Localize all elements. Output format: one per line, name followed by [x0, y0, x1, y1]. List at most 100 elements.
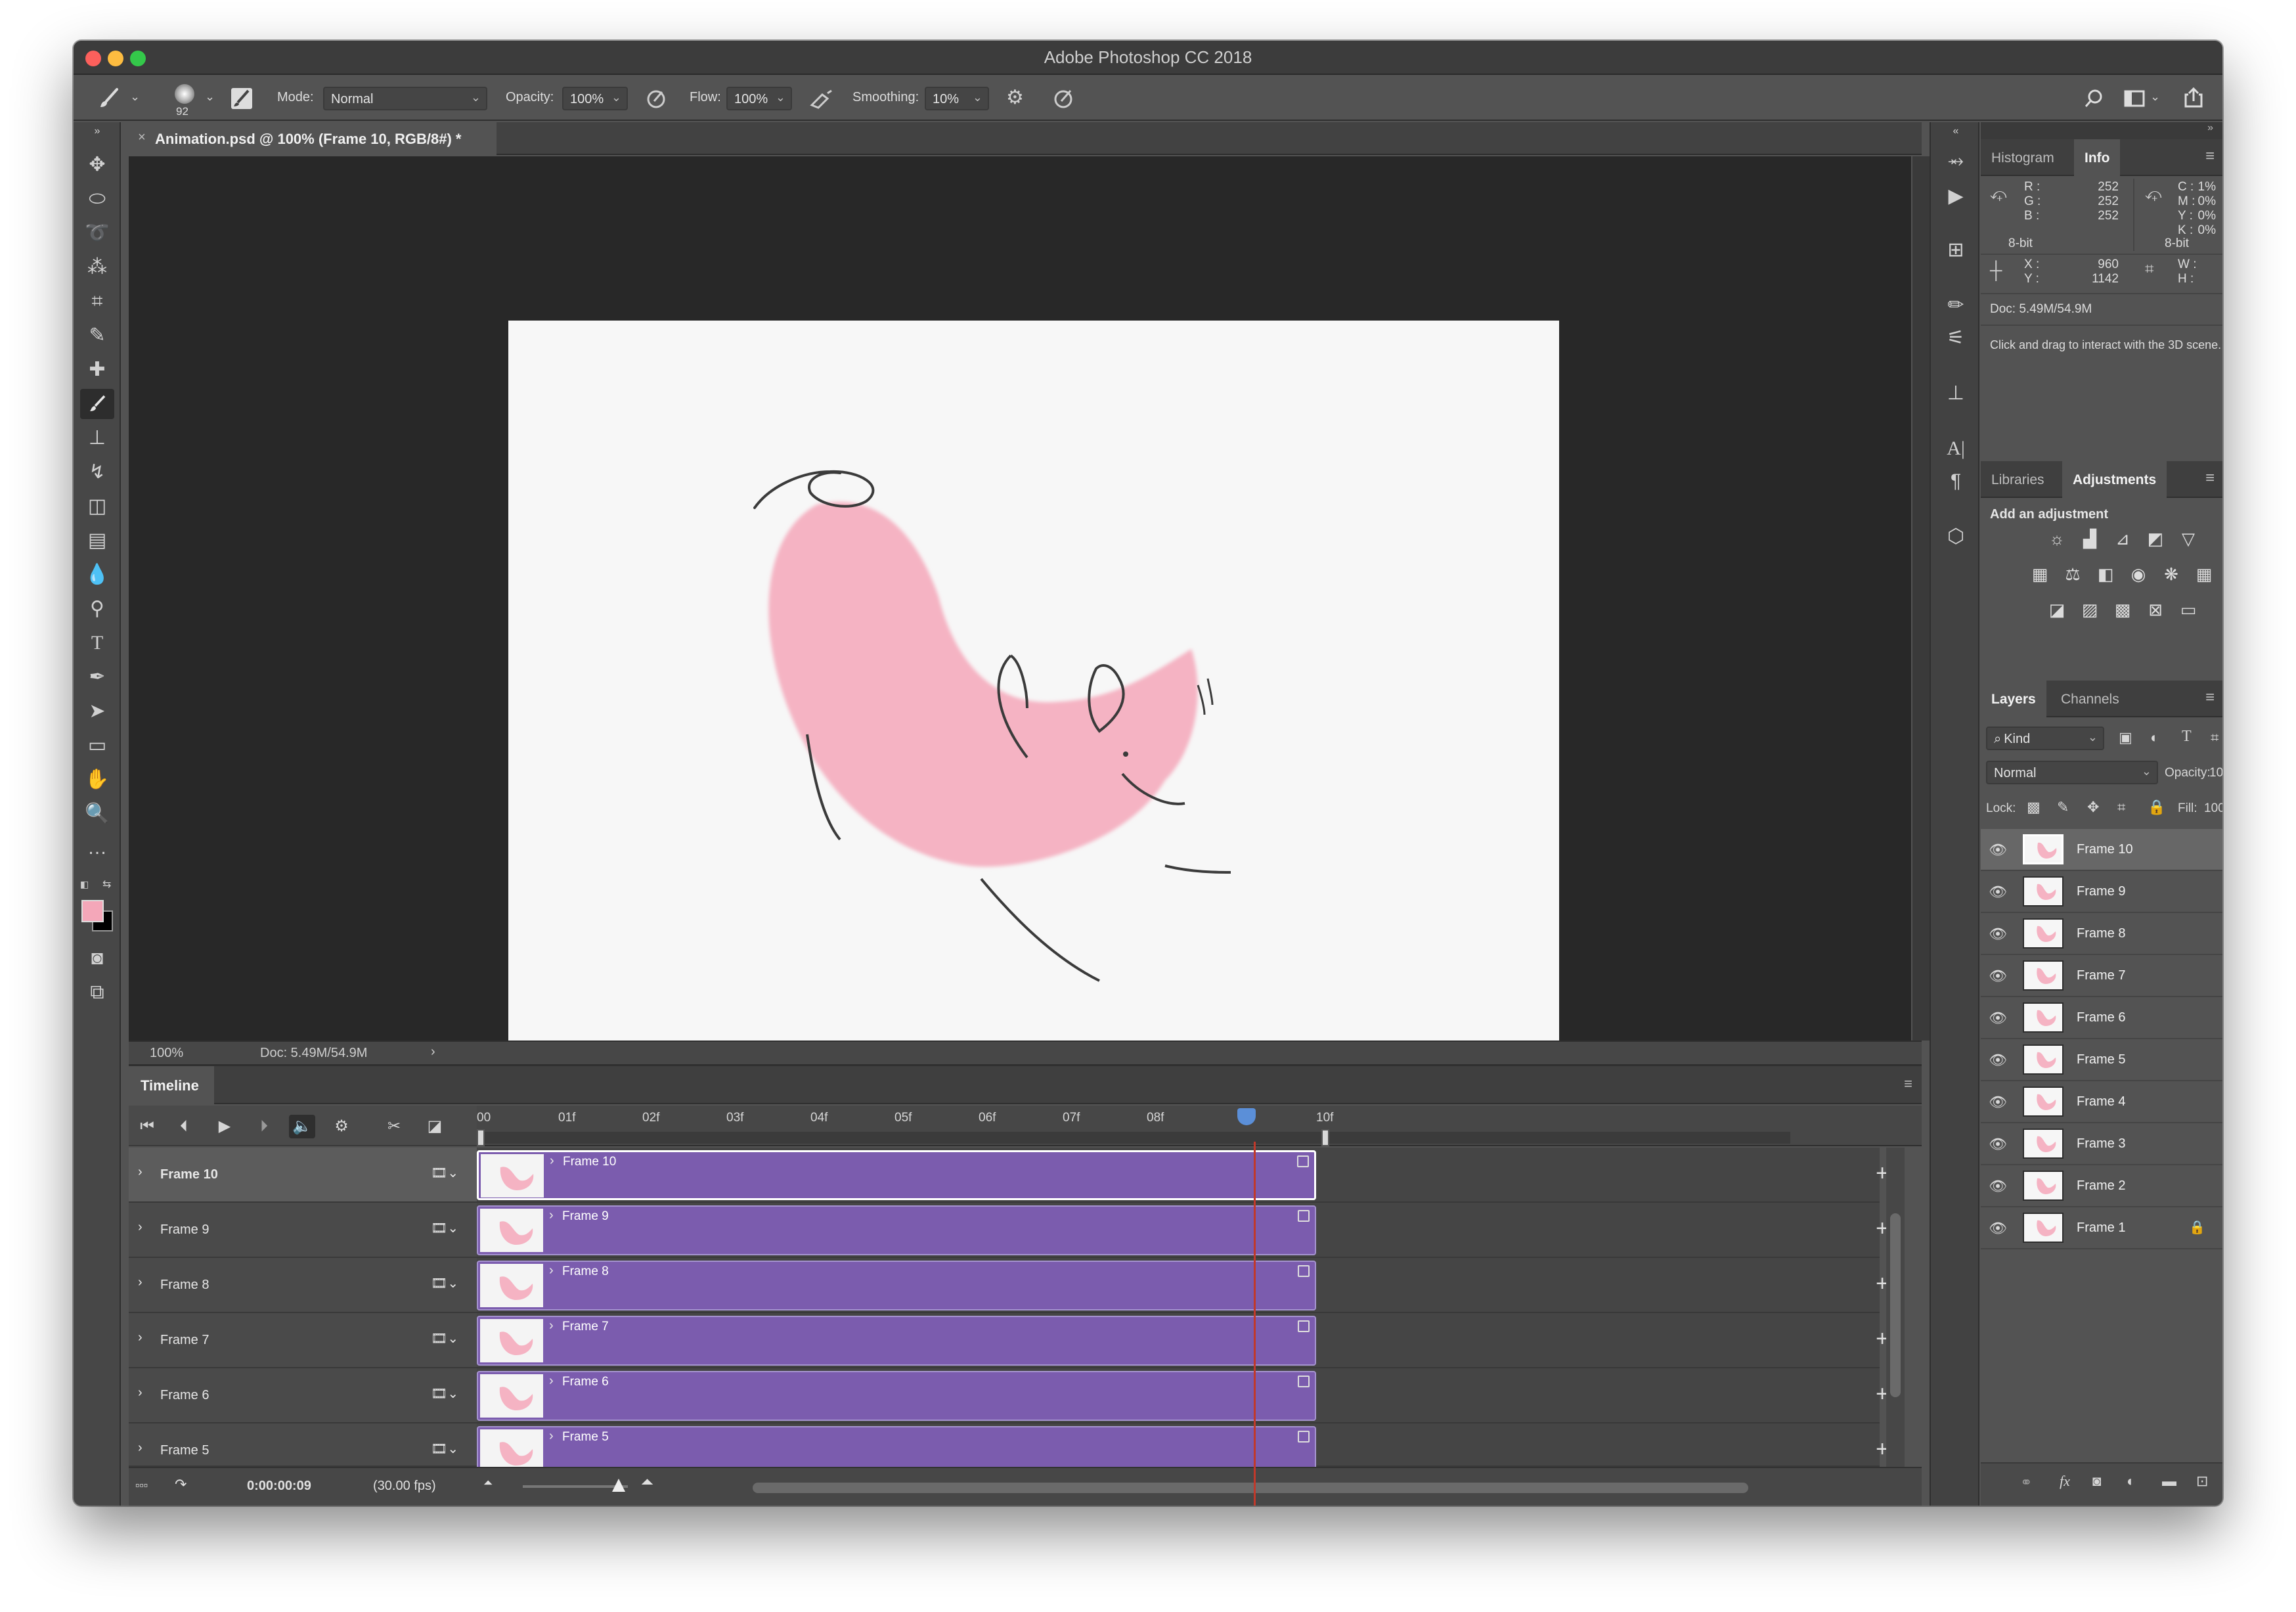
clip[interactable]: Frame 6 [477, 1371, 1316, 1421]
layer-filter-kind[interactable]: ⌕ Kind ⌄ [1986, 727, 2104, 750]
work-area-bar[interactable] [477, 1132, 1790, 1144]
lock-transparent-icon[interactable]: ▩ [2027, 799, 2041, 816]
gear-icon[interactable]: ⚙ [1006, 88, 1024, 108]
tab-libraries[interactable]: Libraries [1981, 461, 2055, 498]
mode-dropdown[interactable]: Normal ⌄ [323, 87, 487, 110]
clip-end-icon[interactable] [1298, 1210, 1310, 1222]
previous-frame-icon[interactable]: ⏴ [171, 1115, 197, 1138]
track-header[interactable]: › Frame 5 🎞⌄ [129, 1423, 477, 1467]
track-lane[interactable]: Frame 8 [477, 1258, 1880, 1313]
black-white-icon[interactable]: ◧ [2094, 562, 2117, 586]
brush-icon[interactable] [97, 87, 121, 114]
add-mask-icon[interactable]: ◙ [2092, 1473, 2101, 1490]
blur-icon[interactable]: 💧 [80, 560, 114, 590]
track-lane[interactable]: Frame 6 [477, 1368, 1880, 1423]
clip-end-icon[interactable] [1298, 1320, 1310, 1332]
paragraph-panel-icon[interactable]: ¶ [1940, 466, 1972, 497]
work-area-start-handle[interactable] [477, 1129, 485, 1146]
adjustment-filter-icon[interactable]: ◐ [2150, 729, 2159, 746]
new-adjustment-icon[interactable]: ◐ [2127, 1473, 2135, 1490]
type-filter-icon[interactable]: T [2182, 728, 2192, 746]
airbrush-icon[interactable] [808, 88, 834, 114]
clip-end-icon[interactable] [1298, 1376, 1310, 1387]
timeline-tab[interactable]: Timeline [129, 1066, 214, 1104]
lock-position-icon[interactable]: ✥ [2087, 799, 2099, 816]
document-canvas[interactable] [508, 321, 1559, 1109]
zoom-slider-handle[interactable] [612, 1479, 625, 1492]
vibrance-icon[interactable]: ▽ [2176, 527, 2200, 550]
collapse-icon[interactable]: » [1981, 122, 2222, 139]
eraser-icon[interactable]: ◫ [80, 491, 114, 522]
film-icon[interactable]: 🎞⌄ [431, 1330, 458, 1347]
invert-icon[interactable]: ◪ [2045, 598, 2069, 621]
3d-panel-icon[interactable]: ⬡ [1940, 522, 1972, 552]
chevron-down-icon[interactable]: ⌄ [205, 91, 215, 102]
rectangle-icon[interactable]: ▭ [80, 730, 114, 761]
eye-icon[interactable]: 👁 [1987, 1008, 2008, 1029]
panel-menu-icon[interactable]: ≡ [2205, 147, 2215, 166]
fx-icon[interactable]: fx [2060, 1473, 2070, 1490]
expand-chevron-icon[interactable]: › [138, 1275, 143, 1290]
shape-filter-icon[interactable]: ⌗ [2211, 729, 2219, 746]
clip-end-icon[interactable] [1298, 1265, 1310, 1277]
tab-layers[interactable]: Layers [1981, 681, 2046, 717]
document-tab[interactable]: × Animation.psd @ 100% (Frame 10, RGB/8#… [129, 122, 497, 155]
history-panel-icon[interactable]: ⥇ [1940, 146, 1972, 176]
clone-source-panel-icon[interactable]: ⊥ [1940, 378, 1972, 409]
scroll-thumb[interactable] [1890, 1213, 1901, 1397]
eyedropper-icon[interactable]: ✎ [80, 321, 114, 351]
first-frame-icon[interactable]: ⏮ [134, 1115, 160, 1138]
default-colors-icon[interactable]: ◧ [80, 879, 89, 890]
brush-preview-icon[interactable] [175, 84, 194, 104]
more-icon[interactable]: … [80, 833, 114, 863]
swap-colors-icon[interactable]: ⇆ [102, 878, 111, 891]
lasso-icon[interactable]: ➰ [80, 218, 114, 248]
status-menu-arrow[interactable]: › [431, 1044, 435, 1060]
track-header[interactable]: › Frame 7 🎞⌄ [129, 1313, 477, 1368]
history-brush-icon[interactable]: ↯ [80, 457, 114, 487]
path-select-icon[interactable]: ➤ [80, 696, 114, 727]
transition-icon[interactable]: ◪ [422, 1115, 448, 1138]
eye-icon[interactable]: 👁 [1987, 882, 2008, 903]
stamp-icon[interactable]: ⊥ [80, 423, 114, 453]
color-lookup-icon[interactable]: ▦ [2192, 562, 2216, 586]
brushes-panel-icon[interactable]: ✏ [1940, 290, 1972, 321]
layer-row[interactable]: 👁 Frame 4 [1981, 1081, 2222, 1123]
timeline-horizontal-scrollbar[interactable] [753, 1483, 1748, 1493]
track-header[interactable]: › Frame 10 🎞⌄ [129, 1148, 477, 1203]
new-group-icon[interactable]: ▬ [2162, 1473, 2176, 1490]
track-header[interactable]: › Frame 8 🎞⌄ [129, 1258, 477, 1313]
track-lane[interactable]: Frame 5 [477, 1423, 1880, 1473]
type-icon[interactable]: T [80, 628, 114, 658]
layer-row[interactable]: 👁 Frame 10 [1981, 829, 2222, 871]
symmetry-icon[interactable] [1052, 88, 1074, 114]
film-icon[interactable]: 🎞⌄ [431, 1165, 458, 1181]
next-frame-icon[interactable]: ⏵ [251, 1115, 277, 1138]
opacity-field[interactable]: 100% ⌄ [562, 87, 628, 110]
workspace-icon[interactable] [2124, 89, 2146, 112]
panel-menu-icon[interactable]: ≡ [2205, 469, 2215, 487]
dodge-icon[interactable]: ⚲ [80, 594, 114, 624]
audio-icon[interactable]: 🔈 [289, 1115, 315, 1138]
track-header[interactable]: › Frame 9 🎞⌄ [129, 1203, 477, 1258]
eye-icon[interactable]: 👁 [1987, 1134, 2008, 1155]
clip-end-icon[interactable] [1298, 1431, 1310, 1443]
lock-all-icon[interactable]: 🔒 [2148, 799, 2165, 816]
tab-channels[interactable]: Channels [2050, 681, 2130, 717]
track-lane[interactable]: Frame 10 [477, 1148, 1880, 1203]
fill-value[interactable]: 100% [2204, 801, 2222, 816]
eye-icon[interactable]: 👁 [1987, 1218, 2008, 1239]
zoom-level[interactable]: 100% [150, 1046, 183, 1061]
posterize-icon[interactable]: ▨ [2078, 598, 2102, 621]
eye-icon[interactable]: 👁 [1987, 924, 2008, 945]
eye-icon[interactable]: 👁 [1987, 1050, 2008, 1071]
brightness-icon[interactable]: ☼ [2045, 527, 2069, 550]
hand-icon[interactable]: ✋ [80, 765, 114, 795]
chevron-down-icon[interactable]: ⌄ [2150, 91, 2160, 102]
timeline-ruler[interactable]: 00 01f 02f 03f 04f 05f 06f 07f 08f 10f [477, 1106, 1922, 1146]
screen-mode-icon[interactable]: ⧉ [80, 977, 114, 1008]
tab-info[interactable]: Info [2074, 139, 2121, 176]
expand-chevron-icon[interactable]: › [138, 1330, 143, 1345]
work-area-end-handle[interactable] [1321, 1129, 1329, 1146]
layer-row[interactable]: 👁 Frame 2 [1981, 1165, 2222, 1207]
